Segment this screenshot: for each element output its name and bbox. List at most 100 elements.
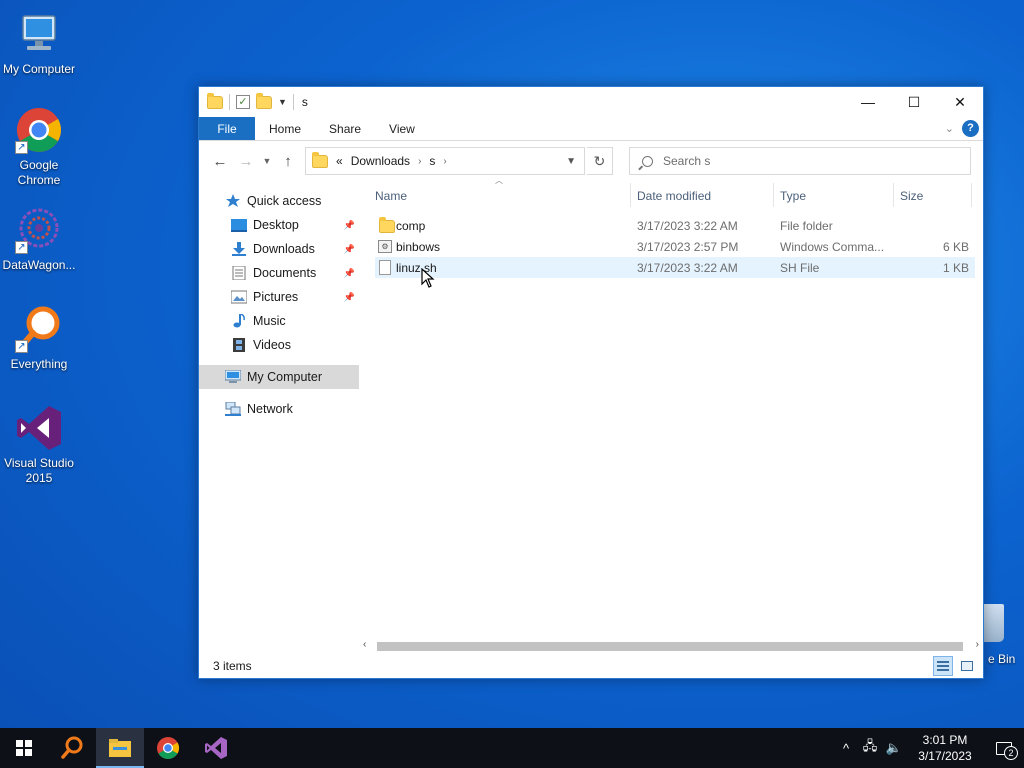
- item-count: 3 items: [213, 659, 252, 673]
- sort-ascending-icon: ︿: [495, 176, 503, 185]
- breadcrumb-overflow[interactable]: «: [336, 154, 343, 168]
- shortcut-arrow-icon: ↗: [15, 141, 28, 154]
- taskbar: ^ 🖧 🔈 3:01 PM 3/17/2023 2: [0, 728, 1024, 768]
- volume-icon[interactable]: 🔈: [882, 740, 906, 756]
- scrollbar-thumb[interactable]: [377, 642, 963, 651]
- taskbar-visual-studio[interactable]: [192, 728, 240, 768]
- folder-icon: [379, 217, 395, 233]
- nav-videos[interactable]: Videos: [199, 333, 359, 357]
- taskbar-everything[interactable]: [48, 728, 96, 768]
- column-divider[interactable]: [773, 183, 774, 207]
- desktop-icon-datawagon[interactable]: ↗ DataWagon...: [0, 206, 78, 273]
- breadcrumb-s[interactable]: s: [429, 154, 435, 168]
- desktop-icon-google-chrome[interactable]: ↗ Google Chrome: [0, 106, 78, 188]
- computer-icon: [224, 369, 242, 384]
- nav-pictures[interactable]: Pictures 📌: [199, 285, 359, 309]
- tab-share[interactable]: Share: [315, 117, 375, 140]
- chevron-up-icon[interactable]: ^: [834, 741, 858, 756]
- file-date: 3/17/2023 2:57 PM: [637, 240, 739, 254]
- desktop-icon-visual-studio[interactable]: Visual Studio 2015: [0, 404, 78, 486]
- desktop-icon-label: Google Chrome: [17, 158, 61, 187]
- properties-icon[interactable]: ✓: [236, 95, 250, 109]
- column-divider[interactable]: [893, 183, 894, 207]
- column-header-type[interactable]: Type: [780, 189, 806, 205]
- table-row[interactable]: linuz.sh 3/17/2023 3:22 AM SH File 1 KB: [375, 257, 975, 278]
- pin-icon: 📌: [343, 219, 355, 230]
- file-date: 3/17/2023 3:22 AM: [637, 219, 738, 233]
- chevron-down-icon[interactable]: ▼: [566, 156, 576, 167]
- chevron-right-icon[interactable]: ›: [443, 156, 446, 167]
- column-divider[interactable]: [971, 183, 972, 207]
- nav-desktop[interactable]: Desktop 📌: [199, 213, 359, 237]
- quick-access-toolbar: ✓ ▼: [199, 92, 294, 110]
- refresh-button[interactable]: ↻: [587, 147, 613, 175]
- horizontal-scrollbar[interactable]: ‹ ›: [359, 638, 983, 655]
- maximize-button[interactable]: ☐: [891, 87, 937, 117]
- nav-music[interactable]: Music: [199, 309, 359, 333]
- nav-my-computer[interactable]: My Computer: [199, 365, 359, 389]
- scroll-right-icon[interactable]: ›: [976, 639, 979, 650]
- new-folder-icon[interactable]: [256, 92, 272, 109]
- divider: [229, 94, 230, 110]
- title-bar[interactable]: ✓ ▼ s — ☐ ✕: [199, 87, 983, 117]
- file-explorer-icon: [109, 739, 131, 757]
- nav-quick-access[interactable]: Quick access: [199, 189, 359, 213]
- help-icon[interactable]: ?: [962, 120, 979, 137]
- close-button[interactable]: ✕: [937, 87, 983, 117]
- desktop-icon-label: Everything: [10, 357, 68, 371]
- expand-ribbon-icon[interactable]: ⌄: [945, 122, 954, 135]
- chrome-icon: ↗: [15, 106, 63, 154]
- tab-view[interactable]: View: [375, 117, 429, 140]
- address-bar[interactable]: « Downloads › s › ▼: [305, 147, 585, 175]
- column-header-row: ︿ Name Date modified Type Size: [375, 176, 975, 209]
- tab-file[interactable]: File: [199, 117, 255, 140]
- clock[interactable]: 3:01 PM 3/17/2023: [906, 732, 984, 764]
- customize-toolbar-icon[interactable]: ▼: [278, 97, 287, 107]
- music-note-icon: [231, 313, 247, 328]
- shortcut-arrow-icon: ↗: [15, 340, 28, 353]
- column-header-size[interactable]: Size: [900, 189, 923, 205]
- table-row[interactable]: ⚙ binbows 3/17/2023 2:57 PM Windows Comm…: [375, 236, 975, 257]
- desktop-icon-my-computer[interactable]: My Computer: [0, 10, 78, 77]
- nav-label: Network: [247, 402, 293, 416]
- file-date: 3/17/2023 3:22 AM: [637, 261, 738, 275]
- chevron-right-icon[interactable]: ›: [418, 156, 421, 167]
- file-explorer-window[interactable]: ✓ ▼ s — ☐ ✕ File Home Share View ⌄ ? ← →…: [198, 86, 984, 679]
- table-row[interactable]: comp 3/17/2023 3:22 AM File folder: [375, 215, 975, 236]
- navigation-pane: Quick access Desktop 📌 Downloads 📌 Docum…: [199, 183, 359, 653]
- column-header-name[interactable]: Name: [375, 189, 407, 205]
- action-center-button[interactable]: 2: [984, 728, 1024, 768]
- mouse-cursor-icon: [421, 267, 435, 291]
- network-icon[interactable]: 🖧: [858, 737, 882, 759]
- nav-documents[interactable]: Documents 📌: [199, 261, 359, 285]
- pin-icon: 📌: [343, 243, 355, 254]
- details-view-button[interactable]: [933, 656, 953, 676]
- column-divider[interactable]: [630, 183, 631, 207]
- pin-icon: 📌: [343, 291, 355, 302]
- forward-button[interactable]: →: [233, 153, 259, 170]
- navigation-bar: ← → ▼ ↑ « Downloads › s › ▼ ↻: [199, 141, 983, 181]
- large-icons-view-button[interactable]: [957, 656, 977, 676]
- scroll-left-icon[interactable]: ‹: [363, 639, 366, 650]
- ribbon-tabs: File Home Share View ⌄ ?: [199, 117, 983, 141]
- up-button[interactable]: ↑: [275, 153, 301, 170]
- search-input[interactable]: [663, 154, 943, 168]
- recent-locations-button[interactable]: ▼: [259, 156, 275, 166]
- taskbar-chrome[interactable]: [144, 728, 192, 768]
- tab-home[interactable]: Home: [255, 117, 315, 140]
- search-box[interactable]: [629, 147, 971, 175]
- file-size: 1 KB: [942, 261, 969, 275]
- status-bar: 3 items: [199, 654, 983, 678]
- notification-badge: 2: [1004, 746, 1018, 760]
- nav-network[interactable]: Network: [199, 397, 359, 421]
- file-type: Windows Comma...: [780, 240, 885, 254]
- folder-icon: [207, 92, 223, 109]
- breadcrumb-downloads[interactable]: Downloads: [351, 154, 410, 168]
- start-button[interactable]: [0, 728, 48, 768]
- desktop-icon-everything[interactable]: ↗ Everything: [0, 305, 78, 372]
- nav-downloads[interactable]: Downloads 📌: [199, 237, 359, 261]
- minimize-button[interactable]: —: [845, 87, 891, 117]
- column-header-date-modified[interactable]: Date modified: [637, 189, 711, 205]
- back-button[interactable]: ←: [207, 153, 233, 170]
- taskbar-file-explorer[interactable]: [96, 728, 144, 768]
